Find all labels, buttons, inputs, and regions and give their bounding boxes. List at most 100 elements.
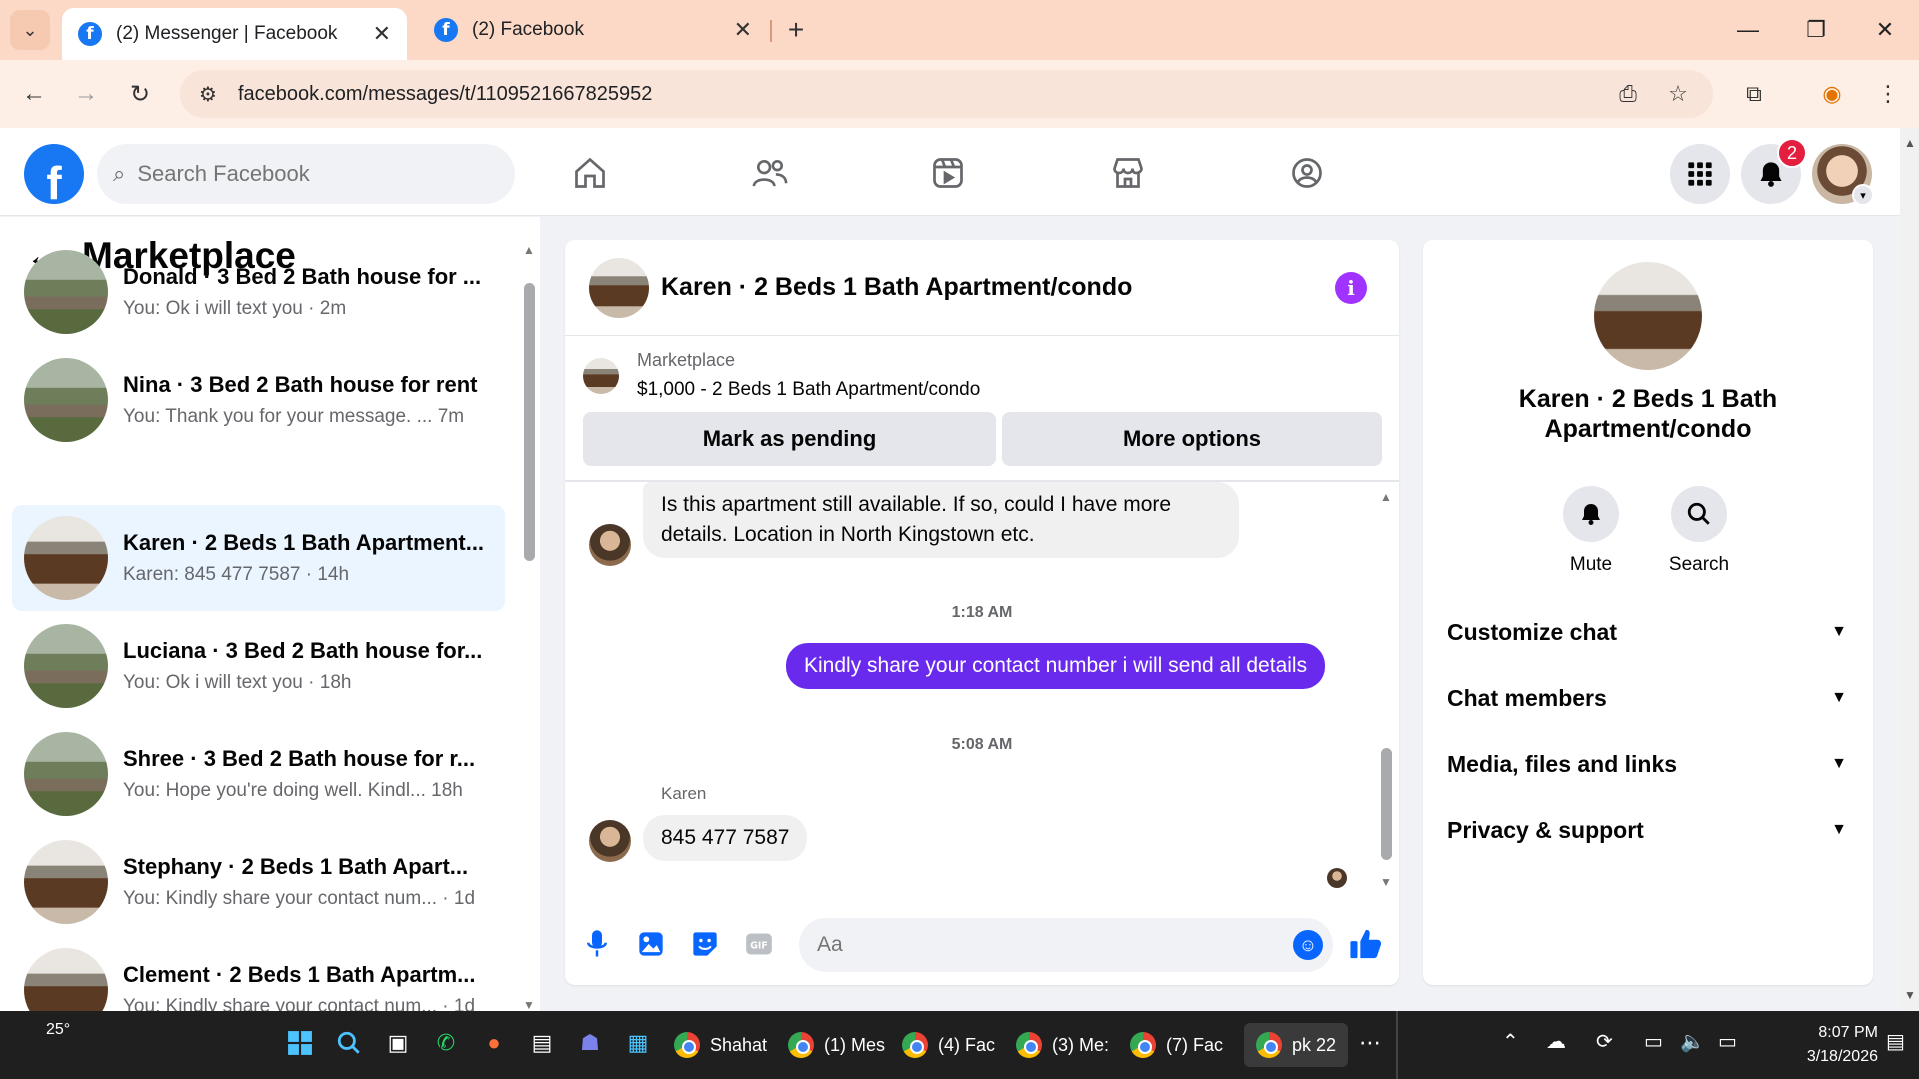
search-icon[interactable] [1671, 486, 1727, 542]
marketplace-icon[interactable] [1098, 150, 1158, 196]
home-icon[interactable] [560, 150, 620, 196]
battery-icon[interactable]: ▭ [1718, 1029, 1737, 1054]
weather-widget[interactable]: 25° [46, 1021, 70, 1039]
contact-avatar[interactable] [589, 524, 631, 566]
page-scrollbar[interactable]: ▲ ▼ [1900, 128, 1919, 1011]
browser-menu-icon[interactable]: ⋮ [1868, 74, 1908, 114]
more-windows-icon[interactable]: ⋯ [1354, 1027, 1386, 1059]
info-icon[interactable]: i [1335, 272, 1367, 304]
conversation-item[interactable]: Stephany · 2 Beds 1 Bath Apart... You: Ki… [12, 829, 505, 935]
back-icon[interactable]: ← [14, 74, 54, 114]
tab-search-chevron-icon[interactable]: ⌄ [10, 10, 50, 50]
site-info-icon[interactable]: ⚙ [188, 82, 228, 107]
windows-start-icon[interactable] [284, 1027, 316, 1059]
chat-scrollbar[interactable]: ▲ ▼ [1379, 490, 1393, 890]
emoji-icon[interactable]: ☺ [1293, 930, 1323, 960]
conversation-item[interactable]: Donald · 3 Bed 2 Bath house for ... You: … [12, 239, 505, 345]
sticker-icon[interactable] [688, 927, 722, 961]
teams-icon[interactable]: ☗ [574, 1027, 606, 1059]
taskbar-chrome-window[interactable]: (4) Fac [902, 1023, 995, 1067]
facebook-search[interactable]: ⌕ [97, 144, 515, 204]
scroll-down-icon[interactable]: ▼ [522, 998, 536, 1011]
show-hidden-icons-chevron-icon[interactable]: ⌃ [1502, 1029, 1519, 1054]
taskbar-chrome-window[interactable]: Shahat [674, 1023, 767, 1067]
facebook-logo-icon[interactable]: f [24, 144, 84, 204]
browser-tab-facebook[interactable]: f (2) Facebook ✕ [418, 8, 768, 52]
chat-thumbnail[interactable] [589, 257, 649, 318]
system-clock[interactable]: 8:07 PM 3/18/2026 [1768, 1021, 1878, 1069]
browser-tab-messenger[interactable]: f (2) Messenger | Facebook ✕ [62, 8, 407, 60]
message-input[interactable] [817, 933, 1257, 957]
cloud-offline-icon[interactable]: ☁ [1546, 1029, 1566, 1054]
media-files-links-section[interactable]: Media, files and links ▼ [1447, 744, 1847, 784]
conversation-item[interactable]: Luciana · 3 Bed 2 Bath house for... You: … [12, 613, 505, 719]
whatsapp-icon[interactable]: ✆ [430, 1027, 462, 1059]
extensions-icon[interactable]: ⧉ [1734, 74, 1774, 114]
conversation-item[interactable]: Nina · 3 Bed 2 Bath house for rent You: T… [12, 347, 505, 453]
restore-icon[interactable]: ❐ [1786, 12, 1846, 48]
more-options-button[interactable]: More options [1002, 412, 1382, 466]
mark-as-pending-button[interactable]: Mark as pending [583, 412, 996, 466]
scroll-up-icon[interactable]: ▲ [1379, 490, 1393, 504]
taskbar-chrome-window[interactable]: (3) Me: [1016, 1023, 1109, 1067]
install-app-icon[interactable]: ⎙ [1608, 74, 1648, 114]
firefox-icon[interactable]: ● [478, 1027, 510, 1059]
profile-icon[interactable]: ◉ [1812, 74, 1852, 114]
notifications-bell-icon[interactable]: 2 [1741, 138, 1807, 204]
contact-avatar[interactable] [589, 820, 631, 862]
task-view-icon[interactable]: ▣ [382, 1027, 414, 1059]
volume-icon[interactable]: 🔈 [1680, 1029, 1705, 1054]
photo-icon[interactable] [634, 927, 668, 961]
section-label: Customize chat [1447, 618, 1617, 645]
search-action[interactable]: Search [1649, 486, 1749, 576]
forward-icon[interactable]: → [66, 74, 106, 114]
privacy-support-section[interactable]: Privacy & support ▼ [1447, 810, 1847, 850]
microphone-icon[interactable] [580, 927, 614, 961]
network-icon[interactable]: ▭ [1644, 1029, 1663, 1054]
scroll-up-icon[interactable]: ▲ [1904, 136, 1916, 150]
omnibox[interactable]: ⚙ facebook.com/messages/t/11095216678259… [180, 70, 1713, 118]
scroll-down-icon[interactable]: ▼ [1379, 875, 1393, 889]
gif-icon[interactable]: GIF [742, 927, 776, 961]
scroll-down-icon[interactable]: ▼ [1904, 988, 1916, 1002]
conversation-item[interactable]: Clement · 2 Beds 1 Bath Apartm... You: Ki… [12, 937, 505, 1011]
customize-chat-section[interactable]: Customize chat ▼ [1447, 612, 1847, 652]
bell-icon[interactable] [1563, 486, 1619, 542]
conversation-item-active[interactable]: Karen · 2 Beds 1 Bath Apartment... Karen:… [12, 505, 505, 611]
minimize-icon[interactable]: — [1718, 12, 1778, 48]
new-tab-icon[interactable]: + [780, 12, 812, 48]
scrollbar-thumb[interactable] [524, 283, 535, 561]
chat-title[interactable]: Karen · 2 Beds 1 Bath Apartment/condo [661, 273, 1132, 302]
app-icon[interactable]: ▤ [526, 1027, 558, 1059]
chrome-icon [788, 1032, 814, 1058]
taskbar-chrome-window[interactable]: (1) Mes [788, 1023, 885, 1067]
listing-price-title[interactable]: $1,000 - 2 Beds 1 Bath Apartment/condo [637, 379, 980, 401]
scrollbar-thumb[interactable] [1381, 748, 1392, 860]
taskbar-search-icon[interactable] [333, 1027, 365, 1059]
account-avatar[interactable]: ▾ [1812, 144, 1874, 206]
close-tab-icon[interactable]: ✕ [373, 21, 391, 47]
taskbar-chrome-window-active[interactable]: pk 22 [1244, 1023, 1349, 1067]
listing-thumbnail[interactable] [583, 358, 619, 394]
friends-icon[interactable] [740, 150, 800, 196]
conversation-item[interactable]: Shree · 3 Bed 2 Bath house for r... You: … [12, 721, 505, 827]
url-text[interactable]: facebook.com/messages/t/1109521667825952 [238, 83, 652, 106]
close-tab-icon[interactable]: ✕ [734, 17, 752, 43]
window-label: Shahat [710, 1034, 768, 1055]
close-window-icon[interactable]: ✕ [1855, 12, 1915, 48]
sync-icon[interactable]: ⟳ [1596, 1029, 1613, 1054]
chat-members-section[interactable]: Chat members ▼ [1447, 678, 1847, 718]
video-icon[interactable] [918, 150, 978, 196]
facebook-search-input[interactable] [137, 161, 468, 187]
gaming-icon[interactable] [1277, 150, 1337, 196]
notification-center-icon[interactable]: ▤ [1886, 1029, 1905, 1054]
mute-action[interactable]: Mute [1541, 486, 1641, 576]
sidebar-scrollbar[interactable]: ▲ ▼ [522, 243, 536, 1011]
reload-icon[interactable]: ↻ [120, 74, 160, 114]
bookmark-star-icon[interactable]: ☆ [1658, 74, 1698, 114]
scroll-up-icon[interactable]: ▲ [522, 243, 536, 257]
thumbs-up-icon[interactable] [1349, 927, 1383, 969]
taskbar-chrome-window[interactable]: (7) Fac [1130, 1023, 1223, 1067]
notepad-icon[interactable]: ▦ [622, 1027, 654, 1059]
menu-grid-icon[interactable] [1670, 144, 1730, 204]
